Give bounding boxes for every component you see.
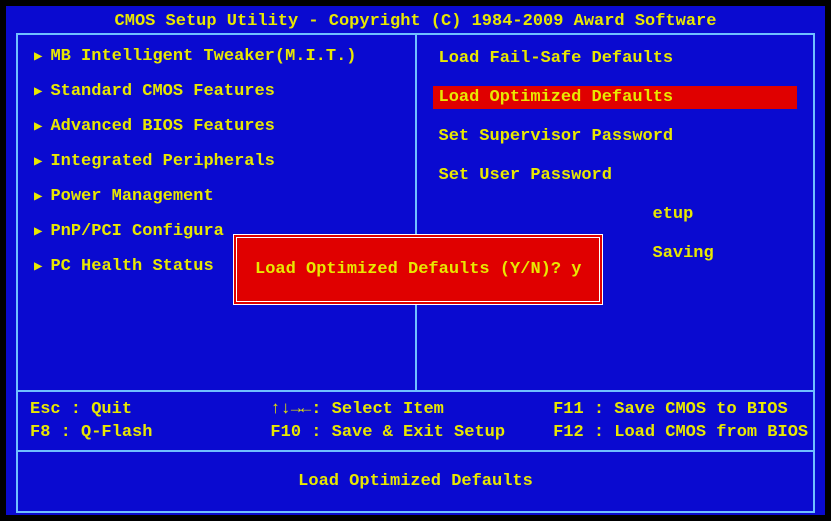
confirm-dialog[interactable]: Load Optimized Defaults (Y/N)? y bbox=[233, 234, 603, 305]
help-esc: Esc : Quit bbox=[30, 400, 152, 419]
header-title: CMOS Setup Utility - Copyright (C) 1984-… bbox=[8, 8, 823, 33]
help-group-left: Esc : Quit F8 : Q-Flash bbox=[30, 400, 152, 442]
menu-columns: ▶ MB Intelligent Tweaker(M.I.T.) ▶ Stand… bbox=[18, 35, 813, 392]
menu-item-advanced-bios[interactable]: ▶ Advanced BIOS Features bbox=[34, 117, 399, 136]
help-f12: F12 : Load CMOS from BIOS bbox=[553, 423, 808, 442]
triangle-right-icon: ▶ bbox=[34, 258, 42, 275]
help-nav: ↑↓→←: Select Item bbox=[270, 400, 505, 419]
menu-right-column: Load Fail-Safe Defaults Load Optimized D… bbox=[417, 35, 814, 390]
triangle-right-icon: ▶ bbox=[34, 83, 42, 100]
triangle-right-icon: ▶ bbox=[34, 48, 42, 65]
menu-item-standard-cmos[interactable]: ▶ Standard CMOS Features bbox=[34, 82, 399, 101]
menu-item-integrated-peripherals[interactable]: ▶ Integrated Peripherals bbox=[34, 152, 399, 171]
menu-item-label: MB Intelligent Tweaker(M.I.T.) bbox=[50, 47, 356, 66]
menu-item-power-management[interactable]: ▶ Power Management bbox=[34, 187, 399, 206]
menu-item-label: Integrated Peripherals bbox=[50, 152, 274, 171]
bios-screen: CMOS Setup Utility - Copyright (C) 1984-… bbox=[6, 6, 825, 515]
menu-item-label: Advanced BIOS Features bbox=[50, 117, 274, 136]
menu-item-label: Power Management bbox=[50, 187, 213, 206]
help-f11: F11 : Save CMOS to BIOS bbox=[553, 400, 808, 419]
menu-item-supervisor-password[interactable]: Set Supervisor Password bbox=[433, 125, 798, 148]
triangle-right-icon: ▶ bbox=[34, 223, 42, 240]
help-group-mid: ↑↓→←: Select Item F10 : Save & Exit Setu… bbox=[270, 400, 505, 442]
menu-item-label: Standard CMOS Features bbox=[50, 82, 274, 101]
help-group-right: F11 : Save CMOS to BIOS F12 : Load CMOS … bbox=[553, 400, 808, 442]
menu-item-load-optimized[interactable]: Load Optimized Defaults bbox=[433, 86, 798, 109]
help-f10: F10 : Save & Exit Setup bbox=[270, 423, 505, 442]
triangle-right-icon: ▶ bbox=[34, 118, 42, 135]
menu-item-setup-partial[interactable]: etup bbox=[433, 203, 798, 226]
help-section: Esc : Quit F8 : Q-Flash ↑↓→←: Select Ite… bbox=[18, 392, 813, 452]
menu-item-label: PnP/PCI Configura bbox=[50, 222, 223, 241]
help-f8: F8 : Q-Flash bbox=[30, 423, 152, 442]
menu-item-load-failsafe[interactable]: Load Fail-Safe Defaults bbox=[433, 47, 798, 70]
menu-item-user-password[interactable]: Set User Password bbox=[433, 164, 798, 187]
menu-item-mit[interactable]: ▶ MB Intelligent Tweaker(M.I.T.) bbox=[34, 47, 399, 66]
triangle-right-icon: ▶ bbox=[34, 188, 42, 205]
footer-status: Load Optimized Defaults bbox=[18, 452, 813, 511]
menu-left-column: ▶ MB Intelligent Tweaker(M.I.T.) ▶ Stand… bbox=[18, 35, 417, 390]
triangle-right-icon: ▶ bbox=[34, 153, 42, 170]
dialog-prompt: Load Optimized Defaults (Y/N)? y bbox=[255, 260, 581, 279]
menu-item-label: PC Health Status bbox=[50, 257, 213, 276]
